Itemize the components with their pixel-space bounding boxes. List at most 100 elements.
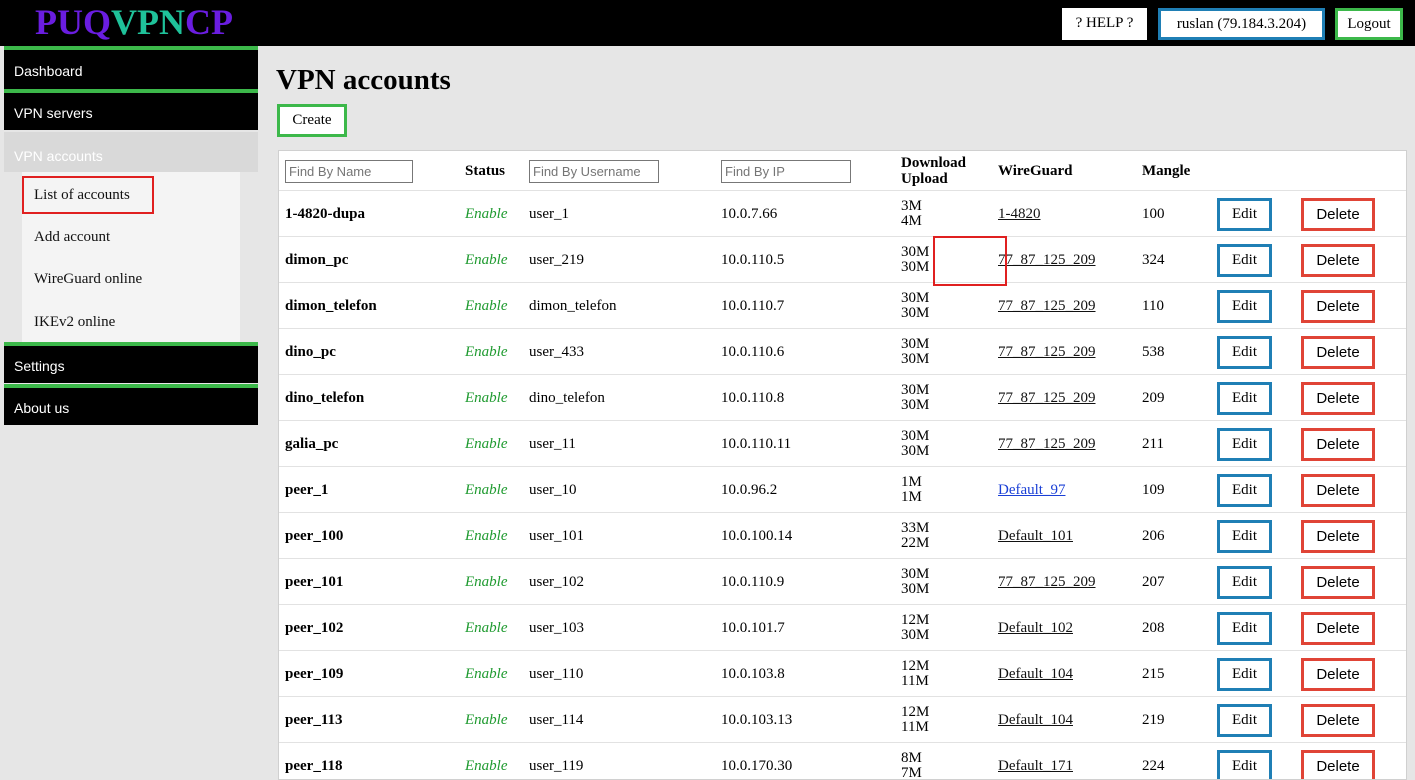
- edit-button[interactable]: Edit: [1217, 519, 1272, 553]
- mangle-value: 100: [1142, 205, 1165, 222]
- edit-cell: Edit: [1217, 651, 1272, 697]
- ip-address: 10.0.96.2: [721, 481, 778, 498]
- delete-button[interactable]: Delete: [1301, 703, 1375, 737]
- wireguard-link[interactable]: Default_97: [998, 482, 1065, 499]
- edit-button[interactable]: Edit: [1217, 335, 1272, 369]
- status-badge: Enable: [465, 711, 508, 728]
- delete-button[interactable]: Delete: [1301, 335, 1375, 369]
- ip-address: 10.0.103.13: [721, 711, 793, 728]
- edit-button[interactable]: Edit: [1217, 427, 1272, 461]
- wireguard-link[interactable]: Default_171: [998, 758, 1073, 775]
- delete-button[interactable]: Delete: [1301, 243, 1375, 277]
- submenu-item-ikev2-online[interactable]: IKEv2 online: [22, 303, 240, 341]
- logout-button[interactable]: Logout: [1335, 8, 1403, 40]
- wireguard-cell: Default_104: [998, 651, 1073, 697]
- table-row: dimon_telefon Enable dimon_telefon 10.0.110…: [279, 283, 1406, 329]
- edit-button[interactable]: Edit: [1217, 473, 1272, 507]
- wireguard-link[interactable]: Default_101: [998, 528, 1073, 545]
- edit-button[interactable]: Edit: [1217, 565, 1272, 599]
- bandwidth: 12M 11M: [901, 651, 929, 697]
- account-name: peer_113: [285, 711, 343, 728]
- status-badge: Enable: [465, 297, 508, 314]
- edit-cell: Edit: [1217, 513, 1272, 559]
- username: user_102: [529, 573, 584, 590]
- create-account-button[interactable]: Create: [277, 104, 347, 137]
- sidebar-item-vpn-servers[interactable]: VPN servers: [4, 89, 258, 130]
- wireguard-cell: 77_87_125_209: [998, 283, 1096, 329]
- submenu-item-list-of-accounts[interactable]: List of accounts: [22, 176, 154, 214]
- wireguard-link[interactable]: 77_87_125_209: [998, 252, 1096, 269]
- ip-address: 10.0.110.5: [721, 251, 785, 268]
- sidebar-item-about-us[interactable]: About us: [4, 384, 258, 425]
- find-by-name-input[interactable]: [285, 159, 413, 183]
- delete-button[interactable]: Delete: [1301, 519, 1375, 553]
- username: user_110: [529, 665, 584, 682]
- delete-button[interactable]: Delete: [1301, 381, 1375, 415]
- username: user_219: [529, 251, 584, 268]
- logo-part-cp: CP: [185, 2, 233, 42]
- upload-speed: 4M: [901, 213, 922, 229]
- sidebar-item-vpn-accounts[interactable]: VPN accounts: [4, 132, 258, 172]
- upload-speed: 11M: [901, 673, 929, 689]
- submenu-item-add-account[interactable]: Add account: [22, 218, 240, 256]
- table-row: peer_118 Enable user_119 10.0.170.30 8M 7M Def…: [279, 743, 1406, 779]
- bandwidth: 33M 22M: [901, 513, 929, 559]
- upload-speed: 30M: [901, 351, 930, 367]
- edit-button[interactable]: Edit: [1217, 703, 1272, 737]
- mangle-value: 209: [1142, 389, 1165, 406]
- wireguard-link[interactable]: 77_87_125_209: [998, 436, 1096, 453]
- wireguard-link[interactable]: Default_104: [998, 666, 1073, 683]
- upload-header: Upload: [901, 171, 948, 187]
- wireguard-link[interactable]: 1-4820: [998, 206, 1041, 223]
- delete-button[interactable]: Delete: [1301, 427, 1375, 461]
- delete-cell: Delete: [1301, 697, 1375, 743]
- delete-button[interactable]: Delete: [1301, 749, 1375, 779]
- edit-cell: Edit: [1217, 559, 1272, 605]
- table-header-row: Status Download Upload WireGuard Mangle: [279, 151, 1406, 191]
- wireguard-link[interactable]: 77_87_125_209: [998, 574, 1096, 591]
- edit-button[interactable]: Edit: [1217, 657, 1272, 691]
- wireguard-link[interactable]: 77_87_125_209: [998, 298, 1096, 315]
- find-by-username-input[interactable]: [529, 159, 659, 183]
- user-account-button[interactable]: ruslan (79.184.3.204): [1158, 8, 1325, 40]
- wireguard-header: WireGuard: [998, 162, 1073, 179]
- find-by-ip-input[interactable]: [721, 159, 851, 183]
- edit-button[interactable]: Edit: [1217, 381, 1272, 415]
- bandwidth: 12M 11M: [901, 697, 929, 743]
- edit-cell: Edit: [1217, 375, 1272, 421]
- wireguard-link[interactable]: Default_102: [998, 620, 1073, 637]
- edit-button[interactable]: Edit: [1217, 611, 1272, 645]
- name-filter-cell: [285, 151, 413, 191]
- edit-button[interactable]: Edit: [1217, 197, 1272, 231]
- bandwidth: 12M 30M: [901, 605, 929, 651]
- wireguard-link[interactable]: 77_87_125_209: [998, 390, 1096, 407]
- edit-button[interactable]: Edit: [1217, 749, 1272, 779]
- download-speed: 8M: [901, 750, 922, 766]
- mangle-value: 109: [1142, 481, 1165, 498]
- table-row: 1-4820-dupa Enable user_1 10.0.7.66 3M 4M 1-48…: [279, 191, 1406, 237]
- edit-button[interactable]: Edit: [1217, 289, 1272, 323]
- wireguard-link[interactable]: Default_104: [998, 712, 1073, 729]
- delete-button[interactable]: Delete: [1301, 473, 1375, 507]
- submenu-item-wireguard-online[interactable]: WireGuard online: [22, 260, 240, 298]
- download-speed: 30M: [901, 382, 930, 398]
- delete-button[interactable]: Delete: [1301, 657, 1375, 691]
- download-speed: 30M: [901, 428, 930, 444]
- delete-button[interactable]: Delete: [1301, 565, 1375, 599]
- download-speed: 30M: [901, 290, 930, 306]
- sidebar-item-dashboard[interactable]: Dashboard: [4, 46, 258, 89]
- delete-button[interactable]: Delete: [1301, 611, 1375, 645]
- help-button[interactable]: ? HELP ?: [1062, 8, 1147, 40]
- ip-address: 10.0.100.14: [721, 527, 793, 544]
- mangle-value: 538: [1142, 343, 1165, 360]
- sidebar-item-settings[interactable]: Settings: [4, 342, 258, 383]
- edit-button[interactable]: Edit: [1217, 243, 1272, 277]
- delete-button[interactable]: Delete: [1301, 289, 1375, 323]
- table-row: peer_109 Enable user_110 10.0.103.8 12M 11M De…: [279, 651, 1406, 697]
- mangle-value: 206: [1142, 527, 1165, 544]
- app-logo[interactable]: PUQVPNCP: [35, 2, 233, 42]
- ip-address: 10.0.110.7: [721, 297, 785, 314]
- wireguard-link[interactable]: 77_87_125_209: [998, 344, 1096, 361]
- delete-button[interactable]: Delete: [1301, 197, 1375, 231]
- ip-address: 10.0.110.11: [721, 435, 792, 452]
